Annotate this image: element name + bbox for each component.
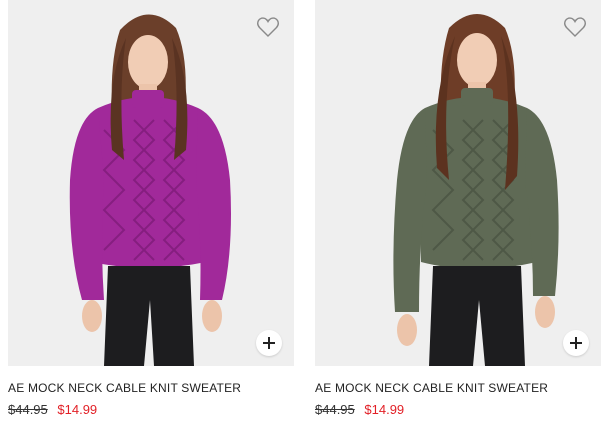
- product-image[interactable]: [315, 0, 601, 366]
- product-image[interactable]: [8, 0, 294, 366]
- heart-icon[interactable]: [563, 16, 587, 38]
- sale-price: $14.99: [57, 402, 98, 417]
- price-row: $44.95 $14.99: [8, 402, 97, 417]
- add-to-bag-button[interactable]: [563, 330, 589, 356]
- product-card: AE MOCK NECK CABLE KNIT SWEATER $44.95 $…: [315, 0, 601, 417]
- product-name[interactable]: AE MOCK NECK CABLE KNIT SWEATER: [8, 381, 241, 395]
- price-row: $44.95 $14.99: [315, 402, 404, 417]
- add-to-bag-button[interactable]: [256, 330, 282, 356]
- plus-icon: [570, 337, 582, 349]
- product-name[interactable]: AE MOCK NECK CABLE KNIT SWEATER: [315, 381, 548, 395]
- original-price: $44.95: [315, 402, 355, 417]
- model-photo: [69, 14, 231, 366]
- product-card: AE MOCK NECK CABLE KNIT SWEATER $44.95 $…: [8, 0, 294, 417]
- model-photo: [393, 14, 559, 366]
- sale-price: $14.99: [364, 402, 405, 417]
- original-price: $44.95: [8, 402, 48, 417]
- product-grid: AE MOCK NECK CABLE KNIT SWEATER $44.95 $…: [0, 0, 609, 429]
- heart-icon[interactable]: [256, 16, 280, 38]
- plus-icon: [263, 337, 275, 349]
